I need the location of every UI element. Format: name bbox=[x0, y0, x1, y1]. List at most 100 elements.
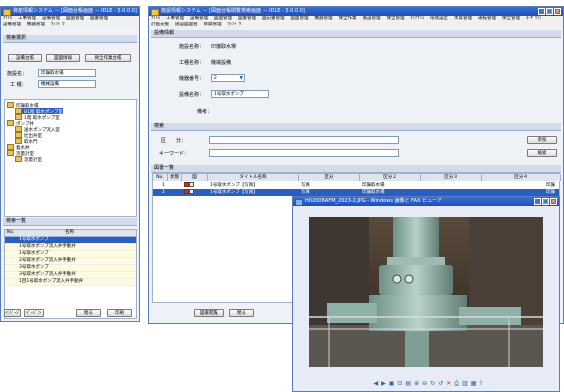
menu-item[interactable]: ﾒﾝﾃﾅﾝｽ bbox=[411, 16, 425, 21]
list-item[interactable]: 1回1号取水ポンプ流入弁手動弁 bbox=[5, 279, 136, 286]
menu-item[interactable]: 図面管理 bbox=[66, 16, 84, 21]
menu-item[interactable]: 機器管理 bbox=[27, 22, 45, 27]
actual-size-icon[interactable]: ⊡ bbox=[397, 380, 402, 387]
folder-icon bbox=[7, 120, 14, 126]
menu-item[interactable]: 図書管理 bbox=[90, 16, 108, 21]
works-select[interactable]: 機械設備 bbox=[38, 80, 96, 88]
view-drawing-button[interactable]: 図書閲覧 bbox=[194, 309, 224, 317]
drawing-info-button[interactable]: 図面情報 bbox=[46, 54, 80, 62]
search-button[interactable]: 検索 bbox=[527, 149, 557, 157]
machine-no-select[interactable]: 2 ▼ bbox=[211, 74, 245, 82]
facility-tree[interactable]: 印旛取水場 B1階 取水ポンプ室 1階 取水ポンプ室 ポンプ井 送水ポンプ流入室… bbox=[4, 99, 137, 217]
reference-button[interactable]: 参照 bbox=[527, 136, 557, 144]
left-window: 資産情報システム － [図面台帳画面 － IDLE - 5.0.0.0] ﾌｧｲ… bbox=[0, 6, 140, 322]
search-result-list[interactable]: No. 名称 1号取水ポンプ 1号取水ポンプ流入弁手動弁 1号取水ポンプ 2号取… bbox=[4, 229, 137, 319]
table-row[interactable]: 1 1号取水ポンプ【写真】 写真 印旛取水場 印旛 bbox=[153, 182, 559, 189]
left-window-titlebar[interactable]: 資産情報システム － [図面台帳画面 － IDLE - 5.0.0.0] bbox=[1, 7, 139, 16]
list-item[interactable]: 1号取水ポンプ bbox=[5, 251, 136, 258]
menu-item[interactable]: ｳｨﾝﾄﾞｳ bbox=[51, 22, 65, 27]
left-window-title: 資産情報システム － [図面台帳画面 － IDLE - 5.0.0.0] bbox=[13, 8, 137, 14]
viewer-titlebar[interactable]: H0200BAFM_2023-2.JPG - Windows 画像と FAX ビ… bbox=[293, 197, 559, 206]
viewer-title: H0200BAFM_2023-2.JPG - Windows 画像と FAX ビ… bbox=[305, 198, 442, 204]
zoom-in-icon[interactable]: ⊕ bbox=[414, 380, 419, 387]
equipment-name-field[interactable]: 1号取水ポンプ bbox=[211, 90, 269, 98]
rotate-ccw-icon[interactable]: ↺ bbox=[438, 380, 443, 387]
table-row-selected[interactable]: 2 1号取水ポンプ【写真】 写真 印旛取水場 印旛 bbox=[153, 189, 559, 196]
rotate-cw-icon[interactable]: ↻ bbox=[430, 380, 435, 387]
list-item[interactable]: 2号取水ポンプ流入弁手動弁 bbox=[5, 258, 136, 265]
list-item[interactable]: 3号取水ポンプ流入弁手動弁 bbox=[5, 272, 136, 279]
menu-item[interactable]: 運転管理 bbox=[478, 16, 496, 21]
open-icon[interactable]: ▦ bbox=[471, 380, 477, 387]
maintenance-ledger-button[interactable]: 保全作業台帳 bbox=[85, 54, 131, 62]
category-field[interactable] bbox=[209, 136, 399, 144]
menu-item[interactable]: 設備管理 bbox=[42, 16, 60, 21]
menu-item[interactable]: 保全作業 bbox=[339, 16, 357, 21]
print-icon[interactable]: ⎙ bbox=[454, 380, 459, 388]
save-icon[interactable]: ▥ bbox=[462, 380, 468, 387]
folder-icon bbox=[7, 102, 14, 108]
menu-item[interactable]: ﾌｧｲﾙ bbox=[151, 16, 160, 21]
right-window-titlebar[interactable]: 施設情報システム － [図面台帳閲覧検索画面 － IDLE - 5.0.0.0]… bbox=[149, 7, 563, 16]
close-button[interactable]: 閉る bbox=[76, 309, 101, 317]
works-name-value: 機械設備 bbox=[211, 60, 232, 66]
menu-item[interactable]: 設備管理 bbox=[190, 16, 208, 21]
next-icon[interactable]: ▶ bbox=[381, 380, 386, 387]
list-header: No. 名称 bbox=[5, 230, 136, 237]
menu-item[interactable]: ﾕｰｻﾞﾘﾃｨ bbox=[526, 16, 542, 21]
grid-col-k3: 区分３ bbox=[421, 174, 482, 181]
close-button[interactable]: 閉る bbox=[229, 309, 254, 317]
menu-item[interactable]: 目録管理 bbox=[204, 22, 222, 27]
menu-item[interactable]: ｳｨﾝﾄﾞｳ bbox=[228, 22, 242, 27]
menu-item[interactable]: 環境設定 bbox=[430, 16, 448, 21]
maximize-button[interactable]: □ bbox=[542, 198, 549, 205]
menu-item[interactable]: 図書管理 bbox=[238, 16, 256, 21]
grid-col-figure: 図 bbox=[182, 174, 208, 181]
menu-item[interactable]: 工事管理 bbox=[166, 16, 184, 21]
close-window-button[interactable]: × bbox=[554, 8, 561, 15]
list-col-no: No. bbox=[7, 230, 15, 235]
list-item[interactable]: 3号取水ポンプ bbox=[5, 265, 136, 272]
zoom-out-icon[interactable]: ⊖ bbox=[422, 380, 427, 387]
menu-item[interactable]: 図記書管理 bbox=[262, 16, 285, 21]
menu-item[interactable]: 施設図面管 bbox=[175, 22, 198, 27]
delete-icon[interactable]: ✕ bbox=[446, 380, 451, 387]
search-select-header: 検索選択 bbox=[3, 35, 137, 43]
menu-item[interactable]: 保全管理 bbox=[387, 16, 405, 21]
equipment-ledger-button[interactable]: 設備台帳 bbox=[8, 54, 42, 62]
menu-item[interactable]: 計画支援 bbox=[151, 22, 169, 27]
next-page-button[interactable]: ﾍﾟｰｼﾞ＞ bbox=[24, 309, 44, 317]
tree-node[interactable]: 流量計室 bbox=[15, 156, 42, 163]
machine-no-label: 機器番号： bbox=[179, 76, 205, 82]
menu-item[interactable]: 機器管理 bbox=[315, 16, 333, 21]
best-fit-icon[interactable]: ▣ bbox=[389, 380, 395, 387]
app-icon bbox=[151, 9, 159, 16]
minimize-button[interactable]: _ bbox=[538, 8, 545, 15]
slideshow-icon[interactable]: ▤ bbox=[405, 380, 411, 387]
maximize-button[interactable]: □ bbox=[546, 8, 553, 15]
menu-item[interactable]: 保全管理 bbox=[502, 16, 520, 21]
prev-page-button[interactable]: ＜ﾍﾟｰｼﾞ bbox=[4, 309, 21, 317]
close-window-button[interactable]: × bbox=[550, 198, 557, 205]
menu-item[interactable]: 施設管理 bbox=[363, 16, 381, 21]
app-icon bbox=[3, 9, 11, 16]
minimize-button[interactable]: _ bbox=[534, 198, 541, 205]
menu-item[interactable]: 設備管理 bbox=[3, 22, 21, 27]
viewer-toolbar: ◀ ▶ ▣ ⊡ ▤ ⊕ ⊖ ↻ ↺ ✕ ⎙ ▥ ▦? bbox=[363, 379, 493, 388]
view-icon[interactable] bbox=[189, 189, 194, 194]
menu-item[interactable]: 水質管理 bbox=[454, 16, 472, 21]
list-item[interactable]: 1号取水ポンプ bbox=[5, 237, 136, 244]
drawing-list-header: 図書一覧 bbox=[151, 165, 561, 173]
menu-item[interactable]: 図面管理 bbox=[214, 16, 232, 21]
facility-select[interactable]: 印旛取水場 bbox=[38, 69, 96, 77]
print-button[interactable]: 印刷 bbox=[107, 309, 132, 317]
help-icon[interactable]: ? bbox=[479, 380, 482, 387]
menu-item[interactable]: ﾌｧｲﾙ bbox=[3, 16, 12, 21]
keyword-label: キーワード： bbox=[159, 151, 190, 157]
menu-item[interactable]: 工事管理 bbox=[18, 16, 36, 21]
prev-icon[interactable]: ◀ bbox=[373, 380, 378, 387]
menu-item[interactable]: 図面管理 bbox=[291, 16, 309, 21]
keyword-input[interactable] bbox=[209, 149, 399, 157]
list-item[interactable]: 1号取水ポンプ流入弁手動弁 bbox=[5, 244, 136, 251]
view-icon[interactable] bbox=[189, 182, 194, 187]
